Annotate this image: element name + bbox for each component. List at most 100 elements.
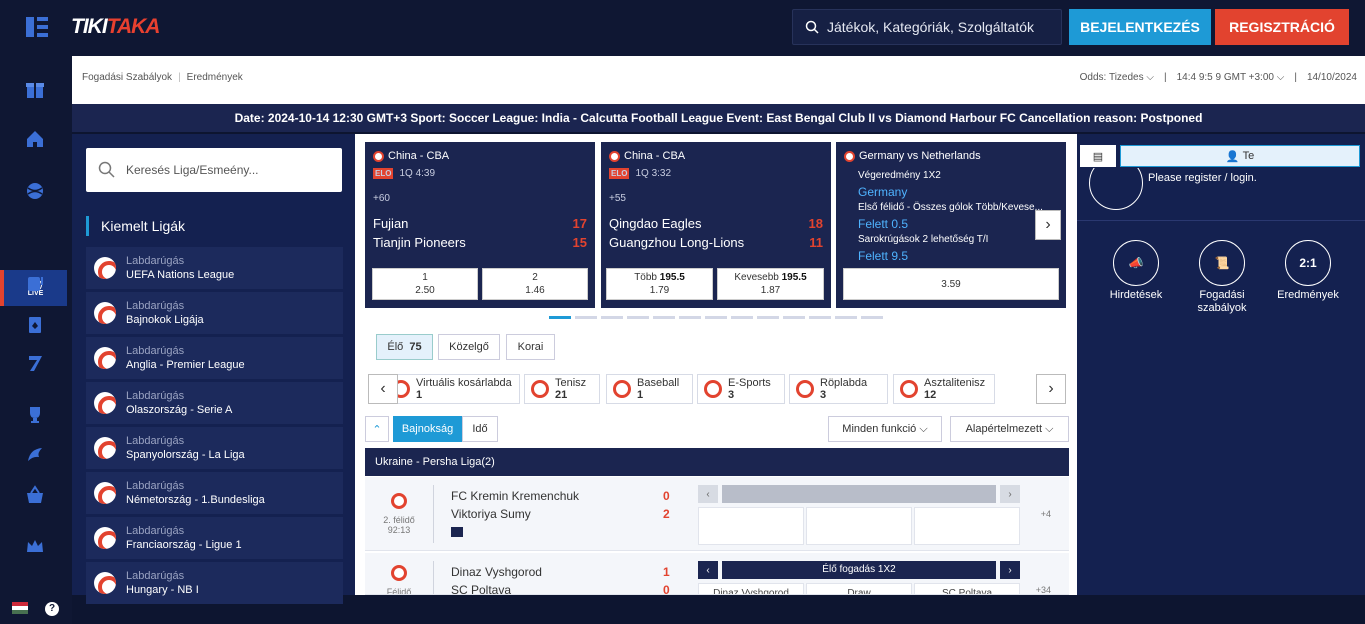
odd-button[interactable]: 3.59: [843, 268, 1059, 300]
featured-match-card[interactable]: China - CBA ELO 1Q 4:39 +60 Fujian 17 Tian…: [365, 142, 595, 308]
sports-prev-button[interactable]: ‹: [368, 374, 398, 404]
odds-format-select[interactable]: Tizedes: [1109, 72, 1144, 83]
sport-icon: [796, 380, 814, 398]
tab-user[interactable]: 👤 Te: [1120, 145, 1360, 167]
sort-time-button[interactable]: Idő: [462, 416, 498, 442]
default-sort-select[interactable]: Alapértelmezett ⌵: [950, 416, 1069, 442]
market-next-button[interactable]: ›: [1000, 561, 1020, 579]
basket-icon[interactable]: [22, 482, 48, 508]
carousel-dot[interactable]: [835, 316, 857, 319]
logo[interactable]: TIKITAKA: [71, 15, 160, 39]
tab-upcoming[interactable]: Közelgő: [438, 334, 500, 360]
ads-link[interactable]: Hirdetések: [1100, 289, 1172, 302]
gift-icon[interactable]: [22, 76, 48, 102]
odd-button[interactable]: Több 195.5 1.79: [606, 268, 713, 300]
league-item[interactable]: Labdarúgás Olaszország - Serie A: [86, 382, 343, 424]
match-row[interactable]: 2. félidő 92:13 FC Kremin Kremenchuk Vikto…: [365, 477, 1069, 551]
sport-chip[interactable]: E-Sports 3: [697, 374, 785, 404]
tab-early[interactable]: Korai: [506, 334, 555, 360]
home-icon[interactable]: [22, 126, 48, 152]
global-search-input[interactable]: Játékok, Kategóriák, Szolgáltatók: [792, 9, 1062, 45]
megaphone-icon[interactable]: 📣: [1113, 240, 1159, 286]
carousel-dot[interactable]: [627, 316, 649, 319]
carousel-dot[interactable]: [757, 316, 779, 319]
betslip-icon[interactable]: ▤: [1080, 145, 1116, 167]
basketball-icon[interactable]: [22, 178, 48, 204]
breadcrumb-rules-link[interactable]: Fogadási Szabályok: [82, 72, 172, 83]
odd-cell[interactable]: Draw: [806, 583, 912, 594]
market-next-button[interactable]: ›: [1000, 485, 1020, 503]
odd-cell[interactable]: [914, 507, 1020, 545]
odd-button[interactable]: 1 2.50: [372, 268, 478, 300]
featured-match-card[interactable]: China - CBA ELO 1Q 3:32 +55 Qingdao Eagle…: [601, 142, 831, 308]
odd-cell[interactable]: SC Poltava: [914, 583, 1020, 594]
odd-cell[interactable]: [698, 507, 804, 545]
rules-link[interactable]: Fogadási szabályok: [1186, 289, 1258, 315]
match-row[interactable]: Félidő Dinaz Vyshgorod SC Poltava 1 0 ‹ Élő…: [365, 553, 1069, 595]
league-item[interactable]: Labdarúgás UEFA Nations League: [86, 247, 343, 289]
sport-chip[interactable]: Tenisz 21: [524, 374, 600, 404]
sport-chip[interactable]: Baseball 1: [606, 374, 693, 404]
carousel-dot[interactable]: [705, 316, 727, 319]
more-markets-link[interactable]: +34: [1036, 585, 1051, 594]
sport-count: 12: [924, 389, 937, 401]
rules-scroll-icon[interactable]: 📜: [1199, 240, 1245, 286]
sport-chip[interactable]: Asztalitenisz 12: [893, 374, 995, 404]
sport-chip[interactable]: Virtuális kosárlabda 1: [385, 374, 520, 404]
help-icon[interactable]: ?: [45, 602, 59, 616]
odd-cell[interactable]: Dinaz Vyshgorod: [698, 583, 804, 594]
menu-icon[interactable]: [26, 16, 48, 38]
carousel-next-button[interactable]: ›: [1035, 210, 1061, 240]
carousel-dot[interactable]: [549, 316, 571, 319]
sports-next-button[interactable]: ›: [1036, 374, 1066, 404]
league-item[interactable]: Labdarúgás Anglia - Premier League: [86, 337, 343, 379]
soccer-ball-icon: [94, 257, 116, 279]
trophy-icon[interactable]: [22, 402, 48, 428]
league-item[interactable]: Labdarúgás Németország - 1.Bundesliga: [86, 472, 343, 514]
odd-value: 1.79: [649, 285, 670, 296]
market-prev-button[interactable]: ‹: [698, 561, 718, 579]
sport-name: Asztalitenisz: [924, 377, 986, 389]
carousel-dot[interactable]: [861, 316, 883, 319]
league-item[interactable]: Labdarúgás Spanyolország - La Liga: [86, 427, 343, 469]
league-item[interactable]: Labdarúgás Bajnokok Ligája: [86, 292, 343, 334]
collapse-all-button[interactable]: ⌃: [365, 416, 389, 442]
odd-value: 3.59: [941, 278, 961, 290]
carousel-dot[interactable]: [653, 316, 675, 319]
market-prev-button[interactable]: ‹: [698, 485, 718, 503]
odd-cell[interactable]: [806, 507, 912, 545]
register-button[interactable]: REGISZTRÁCIÓ: [1215, 9, 1349, 45]
slot-machine-icon[interactable]: [22, 270, 48, 296]
carousel-dot[interactable]: [731, 316, 753, 319]
seven-icon[interactable]: [22, 350, 48, 376]
league-item[interactable]: Labdarúgás Franciaország - Ligue 1: [86, 517, 343, 559]
all-functions-select[interactable]: Minden funkció ⌵: [828, 416, 942, 442]
featured-match-card[interactable]: Germany vs Netherlands Végeredmény 1X2 G…: [836, 142, 1066, 308]
aviator-icon[interactable]: [22, 442, 48, 468]
login-button[interactable]: BEJELENTKEZÉS: [1069, 9, 1211, 45]
more-markets-link[interactable]: +4: [1041, 509, 1051, 519]
card-icon[interactable]: [22, 312, 48, 338]
clock[interactable]: 14:4 9:5 9 GMT +3:00: [1177, 72, 1274, 83]
odd-button[interactable]: Kevesebb 195.5 1.87: [717, 268, 824, 300]
sport-chip[interactable]: Röplabda 3: [789, 374, 888, 404]
score-home: 1: [663, 565, 670, 579]
league-group-header[interactable]: Ukraine - Persha Liga(2): [365, 448, 1069, 476]
hungary-flag-icon[interactable]: [12, 602, 28, 614]
results-icon[interactable]: 2:1: [1285, 240, 1331, 286]
league-search-input[interactable]: Keresés Liga/Esmeény...: [86, 148, 342, 192]
crown-icon[interactable]: [22, 534, 48, 560]
odd-button[interactable]: 2 1.46: [482, 268, 588, 300]
carousel-dot[interactable]: [601, 316, 623, 319]
stats-icon[interactable]: [451, 527, 463, 537]
carousel-dot[interactable]: [575, 316, 597, 319]
featured-leagues-title: Kiemelt Ligák: [86, 216, 185, 236]
carousel-dot[interactable]: [783, 316, 805, 319]
tab-live[interactable]: Élő 75: [376, 334, 433, 360]
sort-championship-button[interactable]: Bajnokság: [393, 416, 462, 442]
carousel-dot[interactable]: [809, 316, 831, 319]
carousel-dot[interactable]: [679, 316, 701, 319]
breadcrumb-results-link[interactable]: Eredmények: [187, 72, 243, 83]
league-item[interactable]: Labdarúgás Hungary - NB I: [86, 562, 343, 604]
results-link[interactable]: Eredmények: [1272, 289, 1344, 302]
